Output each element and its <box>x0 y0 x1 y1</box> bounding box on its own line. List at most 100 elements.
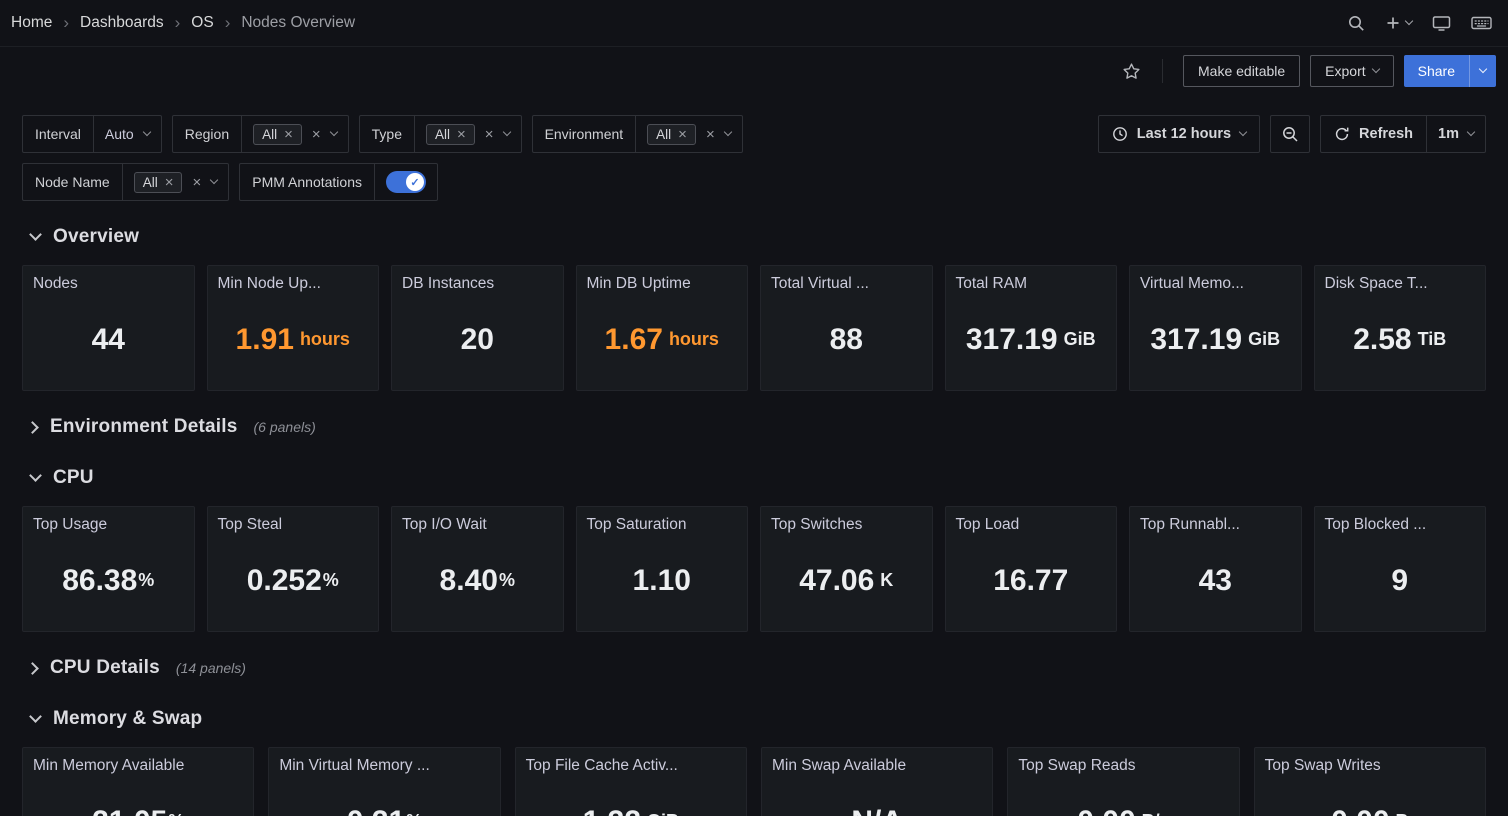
panel-value-number: 2.58 <box>1353 323 1411 357</box>
search-button[interactable] <box>1347 14 1365 32</box>
plus-icon <box>1385 15 1401 31</box>
chevron-right-icon <box>26 421 39 434</box>
panel-value: 317.19GiB <box>946 293 1117 390</box>
share-dropdown-button[interactable] <box>1469 55 1496 87</box>
star-dashboard-button[interactable] <box>1121 61 1142 82</box>
panel-title[interactable]: Top Switches <box>761 507 932 534</box>
pmm-annotations-label: PMM Annotations <box>239 163 375 201</box>
clear-icon[interactable]: × <box>192 175 201 190</box>
zoom-out-time-button[interactable] <box>1270 115 1310 153</box>
clear-icon[interactable]: × <box>706 127 715 142</box>
panel-value: 1.67hours <box>577 293 748 390</box>
panel-title[interactable]: Top File Cache Activ... <box>516 748 746 775</box>
add-new-button[interactable] <box>1385 15 1412 31</box>
time-controls: Last 12 hours Refresh 1m <box>1098 115 1486 153</box>
cpu-panels-row: Top Usage86.38%Top Steal0.252%Top I/O Wa… <box>22 506 1486 632</box>
breadcrumb: Home › Dashboards › OS › Nodes Overview <box>11 14 355 33</box>
environment-select[interactable]: All × × <box>636 115 743 153</box>
chevron-down-icon[interactable] <box>723 128 731 136</box>
clear-icon[interactable]: × <box>485 127 494 142</box>
refresh-button[interactable]: Refresh <box>1321 116 1426 152</box>
panel-title[interactable]: Min Node Up... <box>208 266 379 293</box>
section-environment-details[interactable]: Environment Details (6 panels) <box>22 412 1486 442</box>
stat-panel-top-runnabl: Top Runnabl...43 <box>1129 506 1302 632</box>
stat-panel-top-file-cache-activ: Top File Cache Activ...1.32GiB <box>515 747 747 816</box>
stat-panel-top-usage: Top Usage86.38% <box>22 506 195 632</box>
panel-title[interactable]: Min DB Uptime <box>577 266 748 293</box>
environment-filter: Environment All × × <box>532 115 743 153</box>
type-filter: Type All × × <box>359 115 522 153</box>
panel-title[interactable]: Top Swap Writes <box>1255 748 1485 775</box>
panel-title[interactable]: Disk Space T... <box>1315 266 1486 293</box>
type-select[interactable]: All × × <box>415 115 522 153</box>
panel-title[interactable]: Top Load <box>946 507 1117 534</box>
node-name-select[interactable]: All × × <box>123 163 230 201</box>
panel-value-number: 1.32 <box>583 805 641 816</box>
chip-label: All <box>656 127 671 142</box>
panel-title[interactable]: Top I/O Wait <box>392 507 563 534</box>
panel-title[interactable]: Min Virtual Memory ... <box>269 748 499 775</box>
dashboard-content: Interval Auto Region All × × Typ <box>0 115 1508 816</box>
section-overview[interactable]: Overview <box>22 222 1486 252</box>
type-chip-all[interactable]: All × <box>426 124 475 145</box>
clear-icon[interactable]: × <box>312 127 321 142</box>
chevron-down-icon <box>1371 65 1379 73</box>
panel-title[interactable]: Top Blocked ... <box>1315 507 1486 534</box>
region-chip-all[interactable]: All × <box>253 124 302 145</box>
node-name-filter: Node Name All × × <box>22 163 229 201</box>
chevron-right-icon <box>26 662 39 675</box>
zoom-out-icon <box>1281 125 1299 143</box>
chevron-down-icon <box>29 710 42 723</box>
region-select[interactable]: All × × <box>242 115 349 153</box>
panel-title[interactable]: Nodes <box>23 266 194 293</box>
panel-title[interactable]: Top Steal <box>208 507 379 534</box>
remove-icon[interactable]: × <box>284 127 293 142</box>
time-range-picker[interactable]: Last 12 hours <box>1098 115 1260 153</box>
section-memory-swap[interactable]: Memory & Swap <box>22 704 1486 734</box>
breadcrumb-dashboards[interactable]: Dashboards <box>80 14 164 32</box>
chevron-down-icon[interactable] <box>329 128 337 136</box>
panel-title[interactable]: Top Saturation <box>577 507 748 534</box>
node-name-chip-all[interactable]: All × <box>134 172 183 193</box>
breadcrumb-home[interactable]: Home <box>11 14 52 32</box>
remove-icon[interactable]: × <box>165 175 174 190</box>
panel-title[interactable]: DB Instances <box>392 266 563 293</box>
panel-title[interactable]: Min Swap Available <box>762 748 992 775</box>
chevron-down-icon[interactable] <box>502 128 510 136</box>
export-button[interactable]: Export <box>1310 55 1393 87</box>
chevron-down-icon[interactable] <box>210 176 218 184</box>
panel-value: 0.00B <box>1255 775 1485 816</box>
environment-label: Environment <box>532 115 637 153</box>
remove-icon[interactable]: × <box>678 127 687 142</box>
remove-icon[interactable]: × <box>457 127 466 142</box>
refresh-interval-dropdown[interactable]: 1m <box>1426 116 1485 152</box>
make-editable-button[interactable]: Make editable <box>1183 55 1300 87</box>
section-cpu-details[interactable]: CPU Details (14 panels) <box>22 653 1486 683</box>
panel-title[interactable]: Top Runnabl... <box>1130 507 1301 534</box>
panel-value: 0.21% <box>269 775 499 816</box>
panel-title[interactable]: Total Virtual ... <box>761 266 932 293</box>
topnav-actions <box>1347 14 1492 32</box>
panel-value-number: 8.40 <box>440 564 498 598</box>
panel-value-unit: GiB <box>1064 329 1096 350</box>
interval-filter: Interval Auto <box>22 115 162 153</box>
breadcrumb-os[interactable]: OS <box>191 14 213 32</box>
section-cpu[interactable]: CPU <box>22 463 1486 493</box>
chevron-down-icon <box>1239 128 1247 136</box>
time-range-label: Last 12 hours <box>1137 126 1231 142</box>
monitor-button[interactable] <box>1432 15 1451 32</box>
panel-value-number: 88 <box>830 323 863 357</box>
interval-select[interactable]: Auto <box>94 115 162 153</box>
panel-title[interactable]: Min Memory Available <box>23 748 253 775</box>
panel-title[interactable]: Virtual Memo... <box>1130 266 1301 293</box>
environment-chip-all[interactable]: All × <box>647 124 696 145</box>
panel-title[interactable]: Top Swap Reads <box>1008 748 1238 775</box>
panel-value-number: 0.21 <box>347 805 405 816</box>
pmm-annotations-toggle[interactable]: ✓ <box>386 171 426 193</box>
panel-title[interactable]: Total RAM <box>946 266 1117 293</box>
panel-title[interactable]: Top Usage <box>23 507 194 534</box>
share-button[interactable]: Share <box>1404 55 1469 87</box>
panel-value-unit: TiB <box>1418 329 1447 350</box>
keyboard-shortcuts-button[interactable] <box>1471 15 1492 31</box>
dashboard-toolbar: Make editable Export Share <box>0 47 1508 95</box>
